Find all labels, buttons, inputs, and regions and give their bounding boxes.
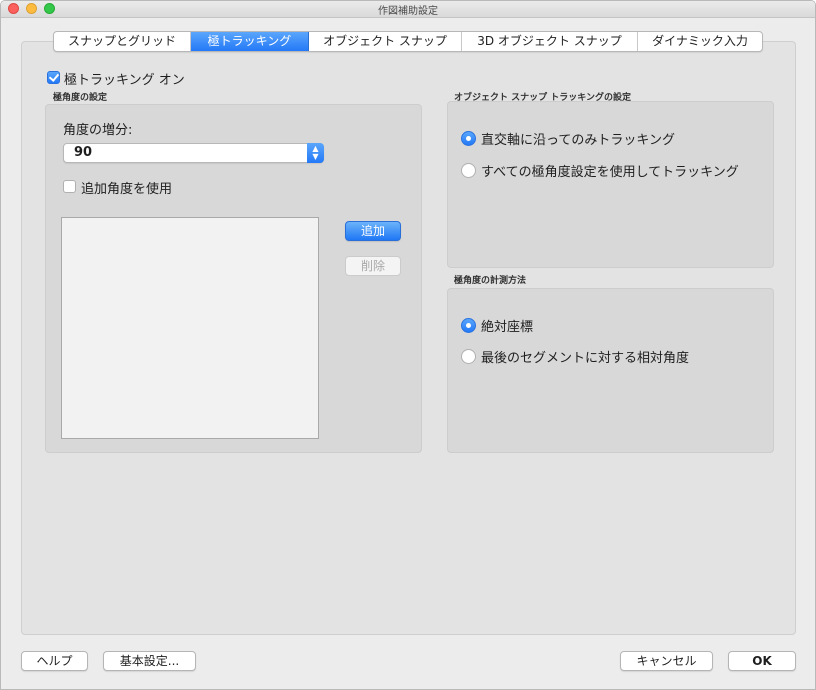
options-button[interactable]: 基本設定... [103,651,196,671]
ok-button[interactable]: OK [728,651,796,671]
delete-angle-button[interactable]: 削除 [345,256,401,276]
tab-snap-and-grid[interactable]: スナップとグリッド [54,32,191,51]
add-angle-button[interactable]: 追加 [345,221,401,241]
tab-object-snap[interactable]: オブジェクト スナップ [309,32,462,51]
title-bar[interactable]: 作図補助設定 [1,1,815,18]
tab-dynamic-input[interactable]: ダイナミック入力 [638,32,762,51]
polar-angle-group-title: 極角度の設定 [53,93,108,103]
increment-angle-label: 角度の増分: [63,123,133,138]
tab-bar: スナップとグリッド 極トラッキング オブジェクト スナップ 3D オブジェクト … [53,31,763,52]
relative-measurement-label: 最後のセグメントに対する相対角度 [481,351,690,366]
polar-tracking-on-checkbox[interactable] [47,71,60,84]
additional-angles-checkbox[interactable] [63,180,76,193]
cancel-button[interactable]: キャンセル [620,651,713,671]
tab-polar-tracking[interactable]: 極トラッキング [191,32,309,51]
additional-angles-label: 追加角度を使用 [81,182,173,197]
osnap-tracking-group [447,101,774,268]
additional-angles-list[interactable] [61,217,319,439]
measurement-group-title: 極角度の計測方法 [454,276,527,286]
chevron-updown-icon: ▲ ▼ [307,143,324,163]
all-angles-tracking-label: すべての極角度設定を使用してトラッキング [481,165,739,180]
absolute-measurement-radio[interactable] [461,318,476,333]
all-angles-tracking-radio[interactable] [461,163,476,178]
drafting-settings-window: 作図補助設定 スナップとグリッド 極トラッキング オブジェクト スナップ 3D … [0,0,816,690]
help-button[interactable]: ヘルプ [21,651,88,671]
orthogonal-tracking-label: 直交軸に沿ってのみトラッキング [481,133,675,148]
tab-3d-object-snap[interactable]: 3D オブジェクト スナップ [462,32,638,51]
increment-angle-select[interactable]: 90 ▲ ▼ [63,143,324,163]
window-title: 作図補助設定 [378,6,438,17]
absolute-measurement-label: 絶対座標 [481,320,534,335]
increment-angle-value: 90 [74,145,93,160]
polar-tracking-on-label: 極トラッキング オン [64,73,185,88]
measurement-group [447,288,774,453]
relative-measurement-radio[interactable] [461,349,476,364]
orthogonal-tracking-radio[interactable] [461,131,476,146]
